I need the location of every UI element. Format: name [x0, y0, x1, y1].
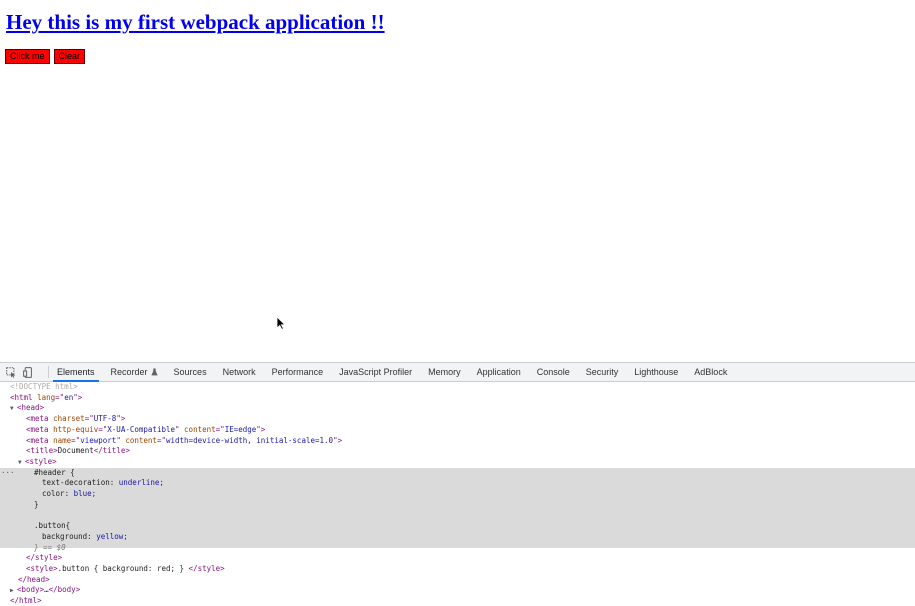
flask-icon	[150, 368, 158, 376]
tab-label: AdBlock	[694, 367, 728, 377]
meta-viewport-content: width=device-width, initial-scale=1.0	[165, 435, 334, 445]
meta-http-equiv-value: X-UA-Compatible	[107, 424, 176, 434]
mouse-cursor-icon	[276, 316, 286, 330]
clear-button[interactable]: Clear	[53, 49, 86, 64]
tab-label: JavaScript Profiler	[339, 367, 413, 377]
click-me-button[interactable]: Click me	[5, 49, 50, 64]
tab-label: Application	[476, 367, 521, 377]
css-selector-button: .button{	[34, 521, 71, 531]
dom-line-html[interactable]: <html lang="en">	[0, 393, 915, 404]
dom-line-doctype[interactable]: <!DOCTYPE html>	[0, 382, 915, 393]
inspect-element-icon[interactable]	[6, 366, 17, 378]
dom-line-head[interactable]: ▼ <head>	[0, 403, 915, 414]
tab-recorder[interactable]: Recorder	[103, 363, 166, 381]
page-header-link[interactable]: Hey this is my first webpack application…	[6, 7, 385, 37]
devtools-tool-icons	[0, 363, 48, 381]
tab-network[interactable]: Network	[215, 363, 264, 381]
css-value: blue;	[73, 489, 97, 498]
tab-label: Memory	[428, 367, 461, 377]
dom-line-css-decl-3[interactable]: background: yellow;	[0, 532, 915, 543]
css-value: yellow;	[96, 531, 128, 541]
dom-line-meta-viewport[interactable]: <meta name="viewport" content="width=dev…	[0, 436, 915, 447]
device-toolbar-icon[interactable]	[23, 366, 34, 378]
tab-adblock[interactable]: AdBlock	[686, 363, 735, 381]
tab-label: Performance	[271, 367, 324, 377]
dom-line-meta-charset[interactable]: <meta charset="UTF-8">	[0, 414, 915, 425]
html-lang-value: en	[64, 392, 74, 402]
devtools-panel: Elements Recorder Sources Network Perfor…	[0, 362, 915, 606]
tab-label: Lighthouse	[634, 367, 679, 377]
meta-http-equiv-content: IE=edge	[224, 424, 257, 434]
selected-node-marker: } == $0	[34, 542, 66, 552]
css-prop: background	[42, 531, 88, 541]
tab-lighthouse[interactable]: Lighthouse	[626, 363, 686, 381]
tab-label: Network	[222, 367, 256, 377]
dom-line-css-decl-2[interactable]: color: blue;	[0, 489, 915, 500]
tab-security[interactable]: Security	[578, 363, 627, 381]
dom-line-body[interactable]: ▶ <body>…</body>	[0, 585, 915, 596]
page-viewport: Hey this is my first webpack application…	[0, 0, 915, 362]
tab-sources[interactable]: Sources	[166, 363, 215, 381]
dom-line-style-close[interactable]: </style>	[0, 553, 915, 564]
dom-line-css-header-selector[interactable]: #header {	[0, 468, 915, 479]
tab-performance[interactable]: Performance	[264, 363, 332, 381]
dom-line-css-close-selected[interactable]: } == $0	[0, 543, 915, 554]
dom-line-title[interactable]: <title>Document</title>	[0, 446, 915, 457]
dom-line-html-close[interactable]: </html>	[0, 596, 915, 606]
dom-line-style-open[interactable]: ▼ <style>	[0, 457, 915, 468]
tab-memory[interactable]: Memory	[420, 363, 469, 381]
devtools-tabbar: Elements Recorder Sources Network Perfor…	[0, 363, 915, 382]
elements-dom-tree[interactable]: ··· <!DOCTYPE html> <html lang="en"> ▼ <h…	[0, 382, 915, 606]
tab-javascript-profiler[interactable]: JavaScript Profiler	[331, 363, 420, 381]
tab-application[interactable]: Application	[469, 363, 529, 381]
tab-label: Elements	[57, 367, 95, 377]
dom-line-style-inline[interactable]: <style>.button { background: red; } </st…	[0, 564, 915, 575]
doctype-text: <!DOCTYPE html>	[10, 382, 78, 391]
css-prop: color	[42, 489, 65, 498]
dom-line-css-close[interactable]: }	[0, 500, 915, 511]
tab-label: Sources	[173, 367, 207, 377]
dom-line-meta-http-equiv[interactable]: <meta http-equiv="X-UA-Compatible" conte…	[0, 425, 915, 436]
css-value: underline;	[118, 478, 164, 488]
dom-line-head-close[interactable]: </head>	[0, 575, 915, 586]
css-prop: text-decoration	[42, 478, 110, 488]
tab-elements[interactable]: Elements	[49, 363, 103, 382]
meta-charset-value: UTF-8	[93, 414, 117, 424]
tab-label: Console	[536, 367, 570, 377]
meta-name-value: viewport	[80, 435, 117, 445]
dom-line-css-decl-1[interactable]: text-decoration: underline;	[0, 478, 915, 489]
dom-line-css-button-selector[interactable]: .button{	[0, 521, 915, 532]
css-close-brace: }	[34, 499, 39, 509]
button-row: Click me Clear	[5, 49, 86, 64]
style-inline-content: .button { background: red; }	[57, 563, 185, 573]
tab-console[interactable]: Console	[529, 363, 578, 381]
title-text: Document	[57, 446, 94, 456]
tab-label: Recorder	[110, 367, 148, 377]
tab-label: Security	[585, 367, 619, 377]
css-selector-header: #header {	[34, 467, 75, 477]
